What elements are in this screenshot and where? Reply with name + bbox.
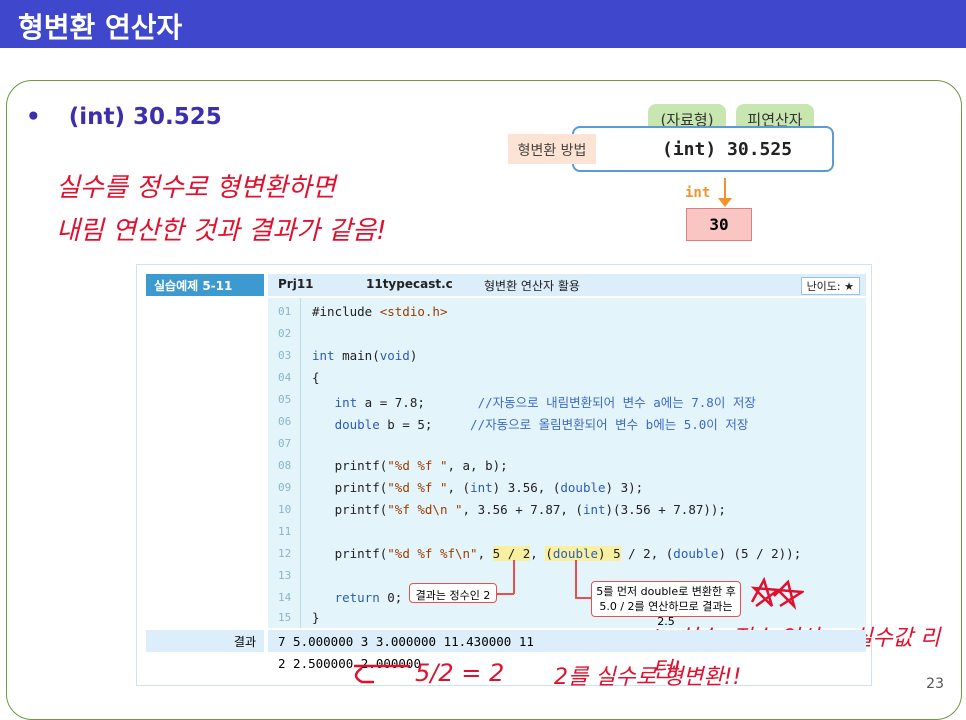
line-number: 08 [278,459,292,472]
int-label: int [685,185,711,201]
code-line: 04 { [268,368,866,390]
callout-connector [497,593,514,595]
code-line: 10 printf("%f %d\n ", 3.56 + 7.87, (int)… [268,500,866,522]
code-line: 08 printf("%d %f ", a, b); [268,456,866,478]
line-number: 13 [278,569,292,582]
down-arrow-icon [724,178,726,200]
code-text: double b = 5; //자동으로 올림변환되어 변수 b에는 5.0이 … [334,417,749,432]
handwriting-line4: 5/2 = 2 [415,659,505,687]
bullet-text: (int) 30.525 [68,104,222,130]
line-number: 04 [278,371,292,384]
page-number: 23 [926,676,944,692]
code-line: 09 printf("%d %f ", (int) 3.56, (double)… [268,478,866,500]
handwriting-line5: 2를 실수로 형변환!! [554,665,742,690]
line-number: 05 [278,393,292,406]
handwriting-line2: 내림 연산한 것과 결과가 같음! [56,216,387,246]
code-line: 11 [268,522,866,544]
line-number: 14 [278,591,292,604]
code-text: int a = 7.8; //자동으로 내림변환되어 변수 a에는 7.8이 저… [334,395,756,410]
code-text: #include <stdio.h> [312,304,448,319]
star-scribble-icon [750,576,804,611]
line-number: 03 [278,349,292,362]
code-line: 07 [268,434,866,456]
result-label: 결과 [146,630,264,652]
line-number: 10 [278,503,292,516]
code-line: 06 double b = 5; //자동으로 올림변환되어 변수 b에는 5.… [268,412,866,434]
bullet-item: • (int) 30.525 [26,104,222,130]
code-text: printf("%f %d\n ", 3.56 + 7.87, (int)(3.… [312,502,726,517]
line-number: 01 [278,305,292,318]
line-number: 09 [278,481,292,494]
line-number: 15 [278,611,292,624]
handwriting-line1: 실수를 정수로 형변환하면 [56,173,336,203]
code-line: 03 int main(void) [268,346,866,368]
cast-expression: (int) 30.525 [572,126,834,172]
code-text: printf("%d %f ", a, b); [312,458,508,473]
cast-result: 30 [686,208,752,241]
project-name: Prj11 [278,277,314,291]
line-number: 07 [278,437,292,450]
code-text: { [312,370,320,385]
code-line: 01 #include <stdio.h> [268,302,866,324]
line-number: 11 [278,525,292,538]
code-text: int main(void) [312,348,418,363]
line-number: 02 [278,327,292,340]
difficulty-badge: 난이도: ★ [800,277,860,295]
callout-connector [575,597,592,599]
code-text: printf("%d %f ", (int) 3.56, (double) 3)… [312,480,644,495]
line-number: 12 [278,547,292,560]
example-desc: 형변환 연산자 활용 [484,279,580,293]
bullet-dot: • [26,104,41,130]
code-line: 12 printf("%d %f %f\n", 5 / 2, (double) … [268,544,866,566]
line-number: 06 [278,415,292,428]
code-text: } [312,610,320,625]
code-gutter-left [146,298,264,628]
example-label: 실습예제 5-11 [146,274,264,296]
callout-connector [575,560,577,598]
callout-double-result: 5를 먼저 double로 변환한 후 5.0 / 2를 연산하므로 결과는 2… [591,581,741,628]
callout-int-result: 결과는 정수인 2 [409,583,497,603]
code-text: printf("%d %f %f\n", 5 / 2, (double) 5 /… [312,546,802,561]
underline-scribble-icon [354,664,410,684]
cast-method-label: 형변환 방법 [508,134,596,164]
page-title: 형변환 연산자 [0,0,966,48]
code-line: 02 [268,324,866,346]
callout-line: 5를 먼저 double로 변환한 후 [596,585,736,598]
arrow-head-icon [718,198,732,207]
code-line: 05 int a = 7.8; //자동으로 내림변환되어 변수 a에는 7.8… [268,390,866,412]
result-line: 7 5.000000 3 3.000000 11.430000 11 [278,634,534,649]
code-text: return 0; [334,590,403,605]
example-header: Prj11 11typecast.c 형변환 연산자 활용 난이도: ★ [268,274,866,296]
file-name: 11typecast.c [366,277,453,291]
callout-connector [513,560,515,594]
